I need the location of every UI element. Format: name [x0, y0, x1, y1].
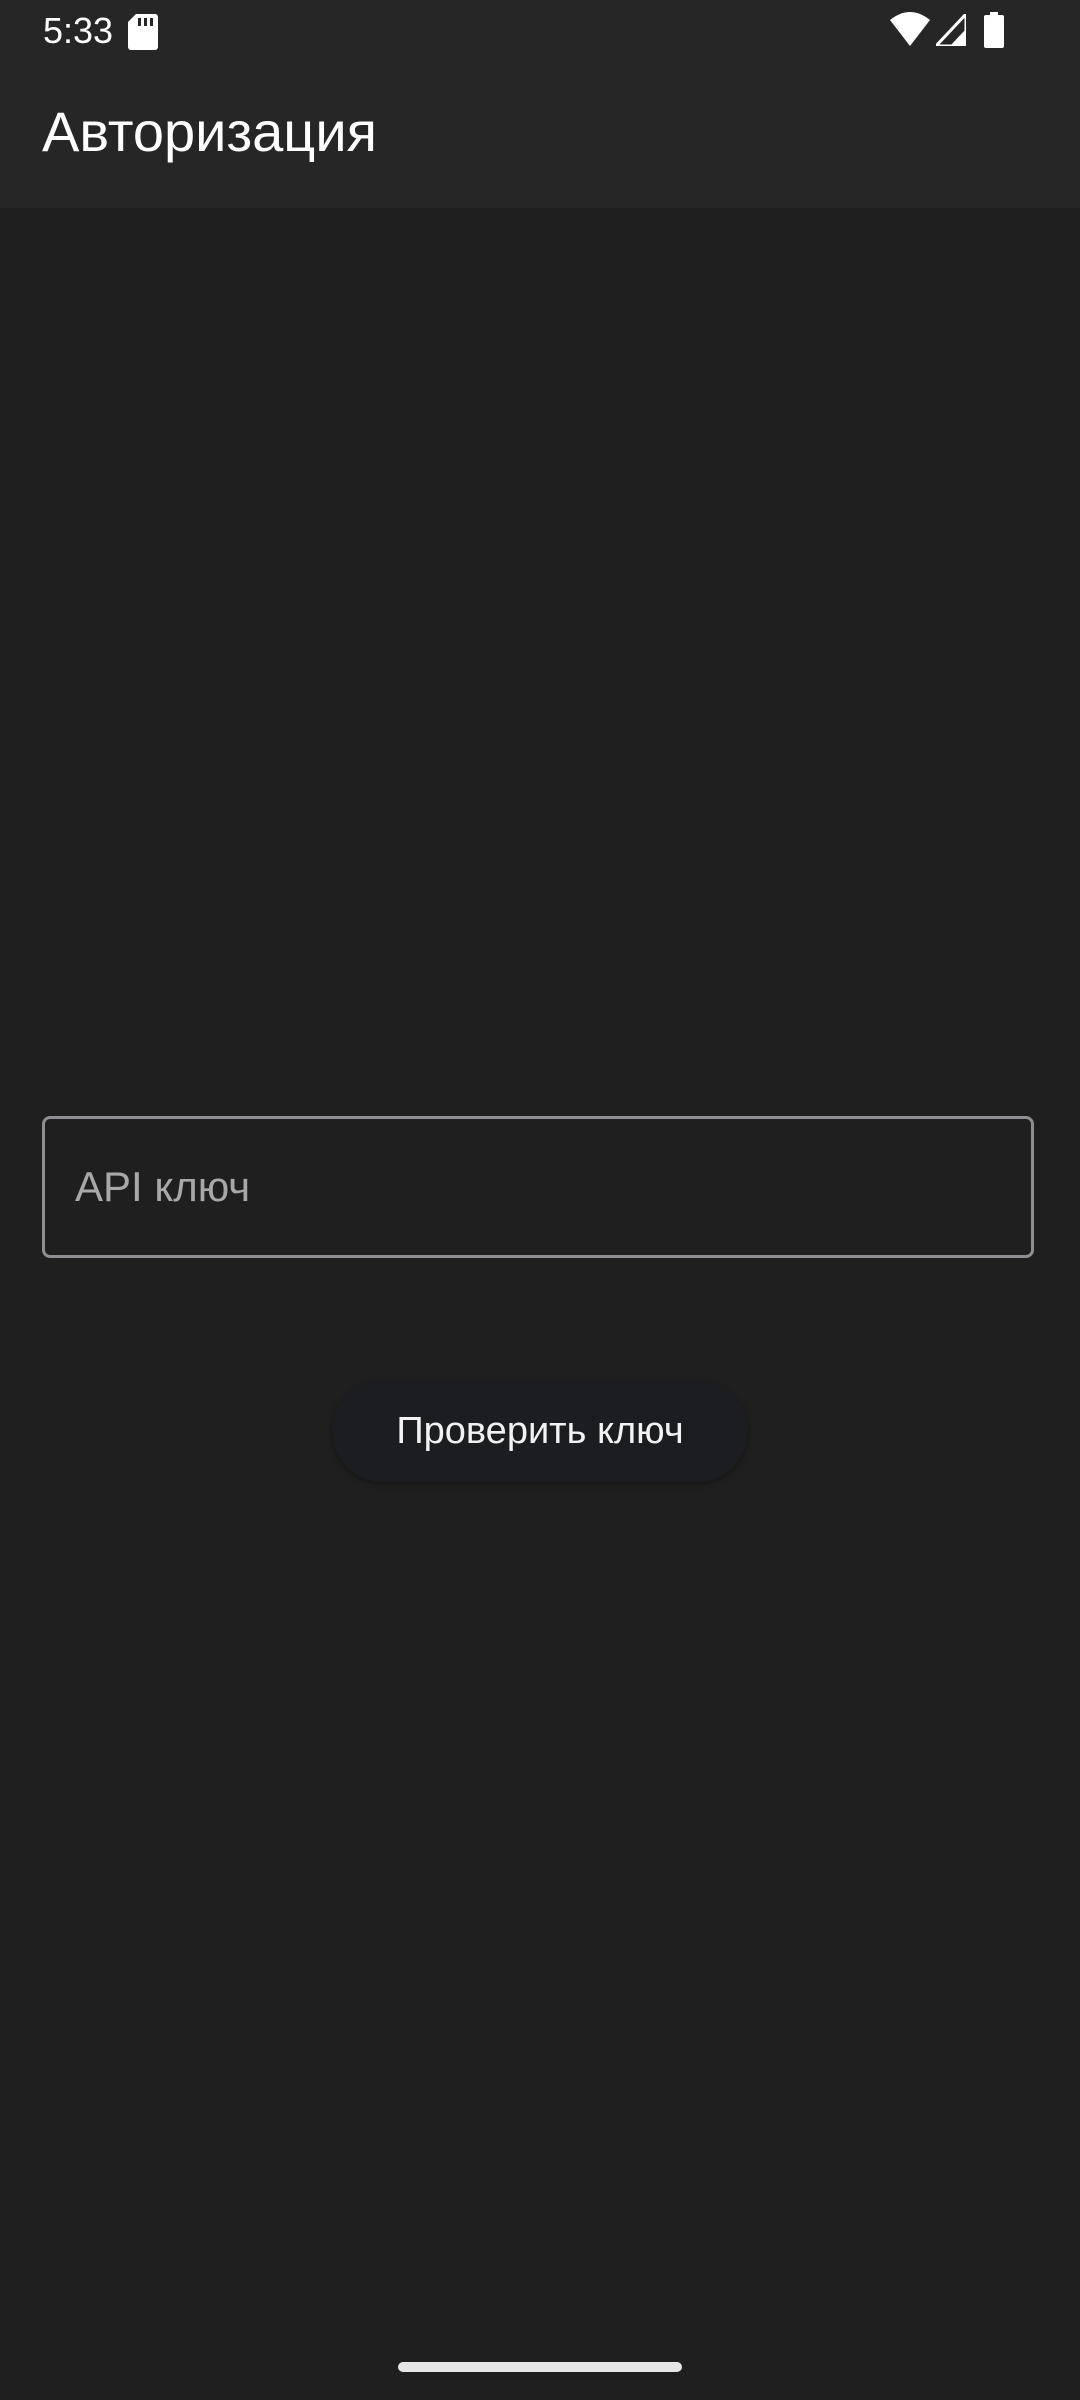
signal-icon: [936, 14, 966, 46]
app-bar: Авторизация: [0, 64, 1080, 208]
wifi-icon: [890, 12, 930, 46]
navigation-handle[interactable]: [398, 2362, 682, 2372]
api-key-field[interactable]: [42, 1116, 1034, 1258]
battery-icon: [984, 12, 1004, 48]
status-bar: 5:33: [0, 0, 1080, 64]
status-time: 5:33: [43, 10, 114, 51]
page-title: Авторизация: [42, 100, 377, 163]
screen: 5:33 Авторизация Проверить ключ: [0, 0, 1080, 2400]
api-key-input[interactable]: [45, 1119, 1031, 1255]
sd-card-icon: [128, 14, 158, 50]
check-key-button[interactable]: Проверить ключ: [332, 1380, 748, 1482]
